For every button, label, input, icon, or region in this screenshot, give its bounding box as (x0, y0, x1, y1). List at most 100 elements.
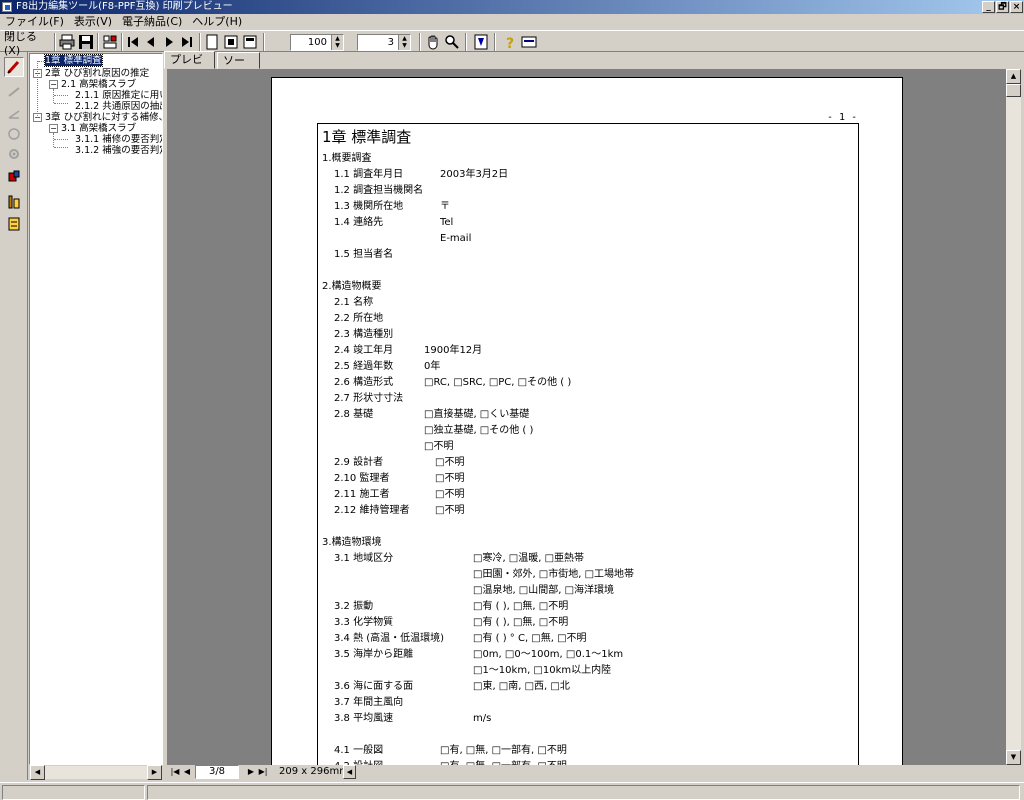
tree-item-2-1-1[interactable]: 2.1.1 原因推定に用い (75, 90, 162, 101)
zoom-tool-icon[interactable] (443, 33, 461, 51)
nav-first-icon[interactable]: |◀ (169, 765, 181, 779)
field-label: 1.4 連絡先 (334, 217, 384, 228)
chapter-tree: − − − − 1章 標準調査 2章 ひび割れ原因の推定 2.1 高架橋スラブ … (29, 53, 163, 765)
fit-page-icon[interactable] (472, 33, 490, 51)
tree-item-3-1-2[interactable]: 3.1.2 補強の要否判定 (75, 145, 162, 156)
field-label: 2.12 維持管理者 (334, 505, 410, 516)
scroll-left-icon[interactable]: ◀ (30, 765, 45, 780)
expand-toggle-icon[interactable]: − (49, 80, 58, 89)
menu-bar: ファイル(F) 表示(V) 電子納品(C) ヘルプ(H) (0, 14, 1024, 30)
field-value: 1900年12月 (424, 345, 483, 356)
field-label: 1.2 調査担当機関名 (334, 185, 424, 196)
field-label: 2.3 構造種別 (334, 329, 394, 340)
restore-button[interactable]: 🗗 (996, 1, 1009, 13)
page-spin-arrows-icon[interactable]: ▲ ▼ (398, 35, 410, 50)
field-value: □不明 (435, 489, 465, 500)
tree-item-chapter-2[interactable]: 2章 ひび割れ原因の推定 (45, 68, 149, 79)
field-label: 1.3 機関所在地 (334, 201, 404, 212)
zoom-spin-arrows-icon[interactable]: ▲ ▼ (331, 35, 343, 50)
save-icon[interactable] (77, 33, 95, 51)
field-value: 2003年3月2日 (440, 169, 509, 180)
field-value: □独立基礎, □その他 ( ) (424, 425, 534, 436)
expand-toggle-icon[interactable]: − (49, 124, 58, 133)
field-value: 〒 (440, 201, 450, 212)
field-label: 3.5 海岸から距離 (334, 649, 414, 660)
field-label: 3.6 海に面する面 (334, 681, 414, 692)
field-label: 3.7 年間主風向 (334, 697, 404, 708)
page-spinner[interactable]: 3 ▲ ▼ (357, 34, 411, 51)
scroll-right-icon[interactable]: ▶ (147, 765, 162, 780)
page-indicator[interactable]: 3/8 (195, 765, 239, 779)
menu-delivery[interactable]: 電子納品(C) (117, 14, 187, 30)
field-label: 4.1 一般図 (334, 745, 384, 756)
field-label: 1.1 調査年月日 (334, 169, 404, 180)
tree-item-chapter-3[interactable]: 3章 ひび割れに対する補修、 (45, 112, 162, 123)
print-icon[interactable] (58, 33, 76, 51)
field-label: 2.10 監理者 (334, 473, 390, 484)
tree-item-3-1[interactable]: 3.1 高架橋スラブ (61, 123, 136, 134)
preview-area[interactable]: - 1 - 1章 標準調査 1.概要調査 1.1 調査年月日 2003年3月2日 1.… (167, 69, 1006, 765)
field-value: □田園・郊外, □市街地, □工場地帯 (473, 569, 635, 580)
zoom-value: 100 (307, 37, 327, 48)
tab-preview[interactable]: プレビュー (164, 51, 215, 81)
tree-item-3-1-1[interactable]: 3.1.1 補修の要否判定 (75, 134, 162, 145)
field-value: □有 ( ) ° C, □無, □不明 (473, 633, 587, 644)
hand-tool-icon[interactable] (424, 33, 442, 51)
scroll-down-icon[interactable]: ▼ (1006, 750, 1021, 765)
field-label: 2.2 所在地 (334, 313, 384, 324)
field-value: E-mail (440, 233, 472, 244)
page-width-icon[interactable] (222, 33, 240, 51)
single-page-icon[interactable] (203, 33, 221, 51)
document-page: - 1 - 1章 標準調査 1.概要調査 1.1 調査年月日 2003年3月2日 1.… (271, 77, 903, 765)
stamp-icon[interactable] (4, 124, 24, 144)
close-preview-button[interactable]: 閉じる(X) (4, 30, 52, 57)
tree-horizontal-scrollbar[interactable]: ◀ ▶ (29, 765, 163, 780)
export-icon[interactable] (101, 33, 119, 51)
settings-gear-icon[interactable] (4, 144, 24, 164)
field-value: □温泉地, □山間部, □海洋環境 (473, 585, 615, 596)
scroll-up-icon[interactable]: ▲ (1006, 69, 1021, 84)
first-page-icon[interactable] (125, 33, 141, 51)
field-value: □不明 (424, 441, 454, 452)
tree-item-2-1-2[interactable]: 2.1.2 共通原因の抽出 (75, 101, 162, 112)
close-window-button[interactable]: × (1010, 1, 1023, 13)
help-icon[interactable]: ? (501, 33, 519, 51)
page-frame: 1章 標準調査 1.概要調査 1.1 調査年月日 2003年3月2日 1.2 調査担当… (317, 123, 859, 765)
tab-source[interactable]: ソース (217, 52, 260, 82)
zoom-spinner[interactable]: 100 ▲ ▼ (290, 34, 344, 51)
svg-text:?: ? (506, 36, 514, 50)
scroll-left-icon[interactable]: ◀ (343, 765, 356, 779)
field-label: 3.8 平均風速 (334, 713, 394, 724)
draw-shape-icon[interactable] (4, 104, 24, 124)
preview-vertical-scrollbar[interactable]: ▲ ▼ (1006, 69, 1021, 765)
layer-icon[interactable] (4, 214, 24, 234)
component-icon[interactable] (4, 167, 24, 187)
nav-last-icon[interactable]: ▶| (257, 765, 269, 779)
edit-pen-icon[interactable] (4, 57, 24, 77)
field-label: 2.1 名称 (334, 297, 374, 308)
title-bar: F8出力編集ツール(F8-PPF互換) 印刷プレビュー _ 🗗 × (0, 0, 1024, 14)
field-label: 2.構造物概要 (322, 281, 382, 292)
whole-page-icon[interactable] (241, 33, 259, 51)
structure-icon[interactable] (4, 192, 24, 212)
prev-page-icon[interactable] (143, 33, 159, 51)
field-label: 3.2 振動 (334, 601, 374, 612)
menu-help[interactable]: ヘルプ(H) (187, 14, 247, 30)
field-label: 3.1 地域区分 (334, 553, 394, 564)
field-value: □有, □無, □一部有, □不明 (440, 745, 567, 756)
info-icon[interactable] (520, 33, 538, 51)
nav-prev-icon[interactable]: ◀ (181, 765, 193, 779)
tree-item-2-1[interactable]: 2.1 高架橋スラブ (61, 79, 136, 90)
field-label: 3.4 熱 (高温・低温環境) (334, 633, 445, 644)
menu-view[interactable]: 表示(V) (69, 14, 117, 30)
next-page-icon[interactable] (161, 33, 177, 51)
minimize-button[interactable]: _ (982, 1, 995, 13)
tree-item-chapter-1[interactable]: 1章 標準調査 (44, 54, 103, 67)
scroll-thumb[interactable] (1006, 84, 1021, 97)
field-label: 2.4 竣工年月 (334, 345, 394, 356)
last-page-icon[interactable] (179, 33, 195, 51)
paper-size: 209 x 296mm (279, 766, 349, 777)
draw-line-icon[interactable] (4, 82, 24, 102)
nav-next-icon[interactable]: ▶ (245, 765, 257, 779)
field-value: m/s (473, 713, 492, 724)
